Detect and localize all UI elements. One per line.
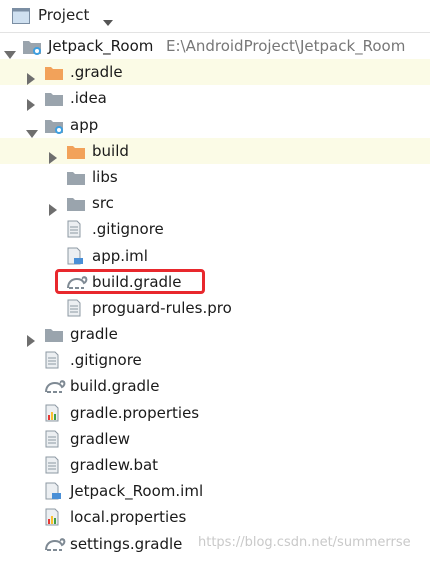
tree-row-idea[interactable]: .idea — [0, 85, 430, 112]
tree-row-gradlew[interactable]: gradlew — [0, 426, 430, 452]
chevron-down-icon[interactable] — [103, 13, 113, 31]
highlight-box — [55, 269, 205, 294]
tree-item-label: build.gradle — [70, 377, 160, 396]
tree-item-label: src — [92, 194, 114, 213]
tree-item-label: libs — [92, 167, 118, 186]
window-icon — [12, 8, 30, 28]
tree-item-label: proguard-rules.pro — [92, 298, 232, 317]
tree-item-label: .gitignore — [92, 220, 164, 239]
tree-item-label: Jetpack_Room.iml — [70, 482, 204, 501]
tree-row-app-iml[interactable]: app.iml — [0, 243, 430, 269]
tree-item-label: gradle.properties — [70, 403, 200, 422]
tree-row-jetpack-room-iml[interactable]: Jetpack_Room.iml — [0, 478, 430, 504]
gradle-icon — [44, 535, 66, 561]
tree-item-label: build — [92, 141, 129, 160]
project-path: E:\AndroidProject\Jetpack_Room — [166, 37, 406, 55]
tree-row-libs[interactable]: libs — [0, 164, 430, 190]
tree-item-label: .gradle — [70, 63, 123, 82]
tree-row-build[interactable]: build — [0, 137, 430, 164]
tree-item-label: gradle — [70, 325, 118, 344]
tree-item-label: gradlew — [70, 429, 131, 448]
tree-item-label: app — [70, 115, 99, 134]
tree-item-label: gradlew.bat — [70, 456, 159, 474]
tree-row-gradlew-bat[interactable]: gradlew.bat — [0, 452, 430, 478]
tree-item-label: app.iml — [92, 246, 148, 265]
tree-item-label: settings.gradle — [70, 534, 183, 553]
tree-item-label: local.properties — [70, 508, 187, 527]
tree-row-src[interactable]: src — [0, 190, 430, 217]
tree-row-gradle[interactable]: gradle — [0, 321, 430, 348]
tree-row-gradle[interactable]: .gradle — [0, 59, 430, 86]
panel-title[interactable]: Project — [38, 6, 89, 24]
tree-row-gitignore[interactable]: .gitignore — [0, 216, 430, 242]
tree-row-build-gradle[interactable]: build.gradle — [0, 373, 430, 399]
tree-row-local-properties[interactable]: local.properties — [0, 504, 430, 530]
tree-row-proguard-rules-pro[interactable]: proguard-rules.pro — [0, 295, 430, 321]
tree-row-gradle-properties[interactable]: gradle.properties — [0, 400, 430, 426]
watermark: https://blog.csdn.net/summerrse — [198, 535, 411, 550]
project-panel-header: Project — [0, 0, 430, 33]
tree-item-label: .gitignore — [70, 351, 142, 370]
tree-item-label: Jetpack_Room — [48, 37, 154, 55]
tree-row-jetpack-room[interactable]: Jetpack_Room E:\AndroidProject\Jetpack_Ro… — [0, 33, 430, 59]
tree-row-gitignore[interactable]: .gitignore — [0, 347, 430, 373]
tree-item-label: .idea — [70, 89, 107, 108]
tree-row-app[interactable]: app — [0, 112, 430, 138]
project-tree: Jetpack_Room E:\AndroidProject\Jetpack_Ro… — [0, 33, 430, 557]
